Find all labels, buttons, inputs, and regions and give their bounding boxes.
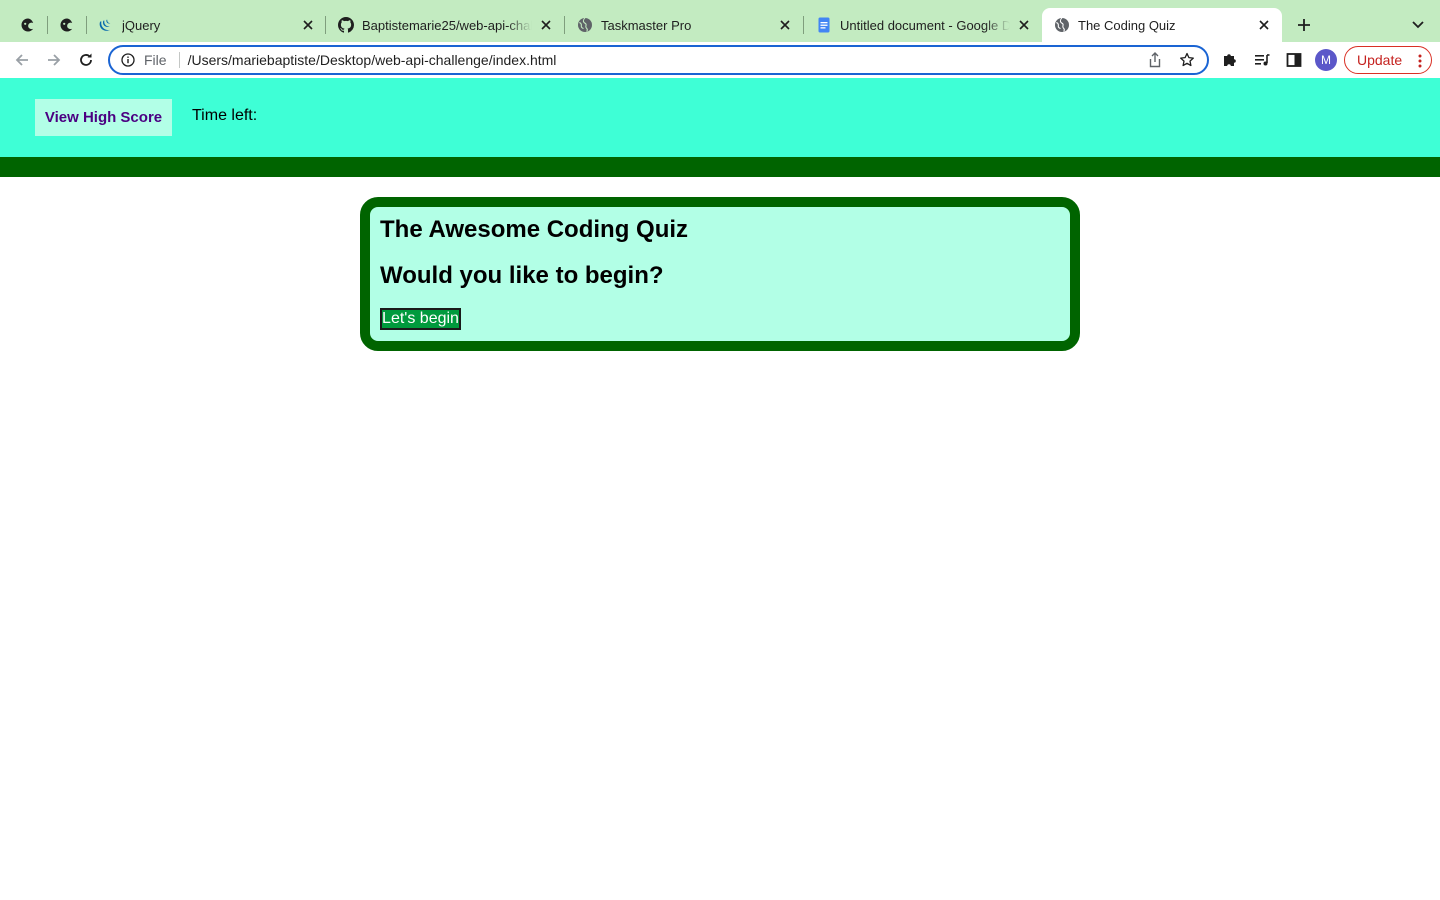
close-tab-icon[interactable] bbox=[1016, 17, 1032, 33]
back-button[interactable] bbox=[8, 46, 36, 74]
view-high-score-button[interactable]: View High Score bbox=[35, 99, 172, 136]
scheme-label: File bbox=[144, 52, 167, 68]
address-bar[interactable]: File /Users/mariebaptiste/Desktop/web-ap… bbox=[108, 45, 1209, 75]
github-icon bbox=[338, 17, 354, 33]
extensions-button[interactable] bbox=[1218, 48, 1242, 72]
start-quiz-button[interactable]: Let's begin bbox=[380, 308, 461, 330]
globe-icon bbox=[1054, 17, 1070, 33]
quiz-question: Would you like to begin? bbox=[380, 262, 664, 289]
profile-avatar[interactable]: M bbox=[1315, 49, 1337, 71]
tab-title: Taskmaster Pro bbox=[601, 17, 692, 33]
forward-button[interactable] bbox=[40, 46, 68, 74]
close-tab-icon[interactable] bbox=[1256, 17, 1272, 33]
more-vertical-icon bbox=[1417, 53, 1423, 69]
close-tab-icon[interactable] bbox=[538, 17, 554, 33]
media-controls-button[interactable] bbox=[1250, 48, 1274, 72]
divider bbox=[178, 52, 180, 68]
quiz-title: The Awesome Coding Quiz bbox=[380, 216, 689, 243]
reload-icon bbox=[80, 53, 92, 66]
jquery-icon bbox=[98, 17, 114, 33]
share-icon[interactable] bbox=[1143, 48, 1167, 72]
update-button[interactable]: Update bbox=[1344, 46, 1432, 74]
tab-coding-quiz[interactable]: The Coding Quiz bbox=[1042, 8, 1282, 42]
arrow-left-icon bbox=[15, 54, 28, 66]
pinned-tab-icon bbox=[60, 18, 73, 32]
header-stripe bbox=[0, 157, 1440, 177]
info-icon[interactable] bbox=[120, 52, 136, 68]
update-label: Update bbox=[1357, 52, 1403, 68]
plus-icon bbox=[1298, 19, 1310, 31]
tab-title: Untitled document - Google Docs bbox=[840, 17, 1010, 33]
tab-title: The Coding Quiz bbox=[1078, 17, 1176, 33]
site-header: View High Score Time left: bbox=[0, 78, 1440, 157]
tab-github[interactable]: Baptistemarie25/web-api-challenge bbox=[326, 8, 564, 42]
pinned-tab-icon bbox=[21, 18, 34, 32]
chevron-down-icon bbox=[1412, 21, 1424, 29]
page-viewport: View High Score Time left: The Awesome C… bbox=[0, 78, 1440, 900]
tab-title: jQuery bbox=[122, 17, 161, 33]
browser-toolbar: File /Users/mariebaptiste/Desktop/web-ap… bbox=[0, 42, 1440, 78]
puzzle-icon bbox=[1224, 54, 1236, 66]
tab-jquery[interactable]: jQuery bbox=[86, 8, 326, 42]
bookmark-star-icon[interactable] bbox=[1175, 48, 1199, 72]
reload-button[interactable] bbox=[72, 46, 100, 74]
globe-icon bbox=[577, 17, 593, 33]
google-docs-icon bbox=[816, 17, 832, 33]
time-left-label: Time left: bbox=[192, 107, 258, 124]
tab-strip: jQuery Baptistemarie25/web-api-challenge… bbox=[0, 0, 1440, 42]
pinned-tab-1[interactable] bbox=[11, 8, 45, 42]
side-panel-icon bbox=[1286, 53, 1302, 67]
new-tab-button[interactable] bbox=[1292, 13, 1316, 37]
tab-title: Baptistemarie25/web-api-challenge bbox=[362, 17, 532, 33]
tab-search-button[interactable] bbox=[1406, 13, 1430, 37]
tab-google-docs[interactable]: Untitled document - Google Docs bbox=[804, 8, 1042, 42]
close-tab-icon[interactable] bbox=[777, 17, 793, 33]
side-panel-button[interactable] bbox=[1282, 48, 1306, 72]
url-text[interactable]: /Users/mariebaptiste/Desktop/web-api-cha… bbox=[188, 52, 1143, 68]
quiz-card: The Awesome Coding Quiz Would you like t… bbox=[360, 197, 1080, 351]
arrow-right-icon bbox=[48, 54, 61, 66]
tab-taskmaster[interactable]: Taskmaster Pro bbox=[565, 8, 803, 42]
queue-music-icon bbox=[1255, 54, 1270, 66]
pinned-tab-2[interactable] bbox=[50, 8, 84, 42]
close-tab-icon[interactable] bbox=[300, 17, 316, 33]
